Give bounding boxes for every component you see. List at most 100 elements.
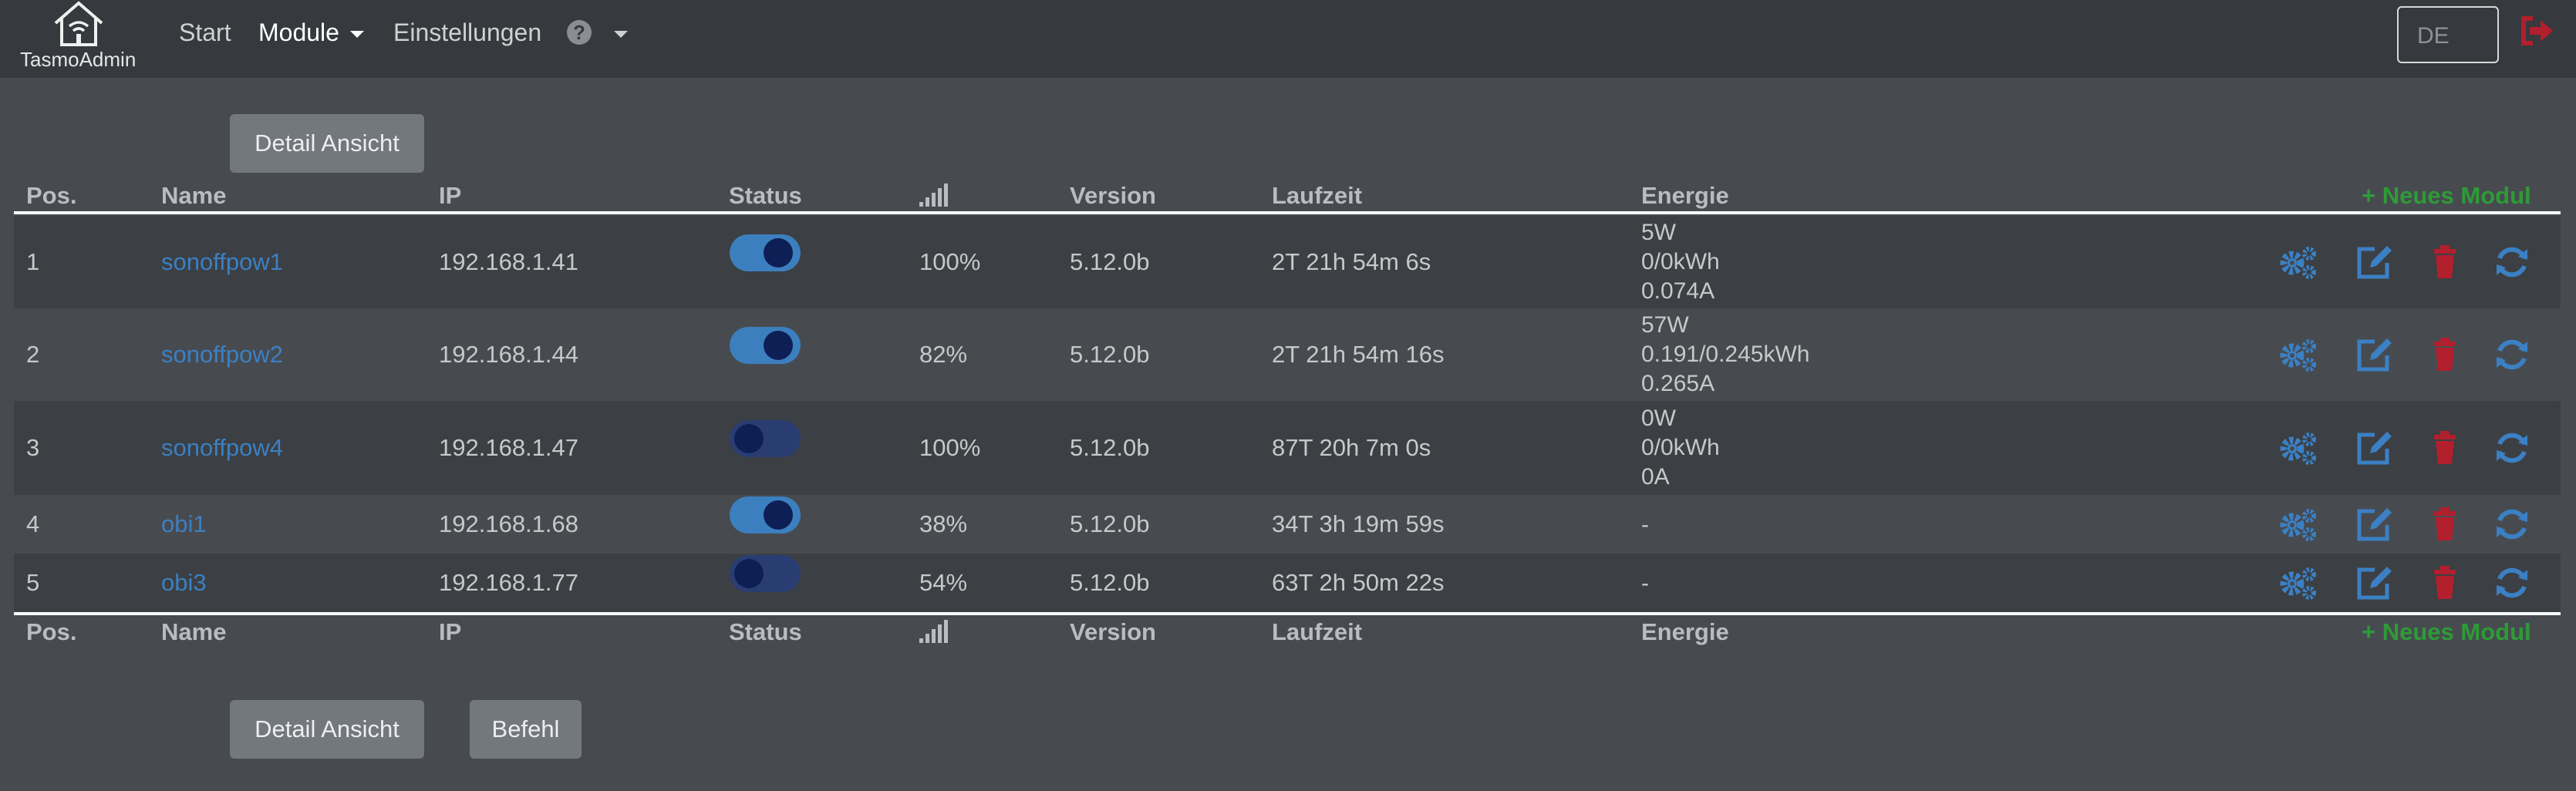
row-name-link[interactable]: sonoffpow1 [161, 248, 283, 276]
footer-ip[interactable]: IP [439, 618, 461, 646]
refresh-icon[interactable] [2490, 429, 2534, 467]
row-runtime: 2T 21h 54m 16s [1272, 341, 1445, 368]
table-row: 3 sonoffpow4 192.168.1.47 100% 5.12.0b 87T 20… [14, 401, 2561, 495]
row-pos: 5 [26, 569, 40, 596]
energy-line: 0.265A [1641, 371, 1715, 396]
footer-version[interactable]: Version [1070, 618, 1156, 646]
status-toggle[interactable] [730, 496, 801, 534]
sign-out-icon[interactable] [2520, 15, 2554, 46]
trash-icon[interactable] [2423, 429, 2466, 467]
row-signal: 54% [919, 569, 968, 596]
header-status[interactable]: Status [729, 182, 802, 210]
trash-icon[interactable] [2423, 505, 2466, 544]
refresh-icon[interactable] [2490, 564, 2534, 602]
table-row: 4 obi1 192.168.1.68 38% 5.12.0b 34T 3h 19m 59… [14, 495, 2561, 554]
row-signal: 100% [919, 248, 981, 275]
status-toggle[interactable] [730, 234, 801, 271]
row-runtime: 63T 2h 50m 22s [1272, 569, 1445, 596]
table-divider-top [14, 211, 2561, 214]
energy-line: 0/0kWh [1641, 435, 1720, 460]
footer-runtime[interactable]: Laufzeit [1272, 618, 1362, 646]
cogs-icon[interactable] [2277, 505, 2320, 544]
row-runtime: 34T 3h 19m 59s [1272, 510, 1445, 537]
status-toggle[interactable] [730, 555, 801, 592]
row-version: 5.12.0b [1070, 510, 1150, 537]
detail-view-button-top[interactable]: Detail Ansicht [230, 114, 424, 173]
signal-bars-icon [919, 620, 948, 643]
energy-line: 0W [1641, 406, 1676, 431]
header-ip[interactable]: IP [439, 182, 461, 210]
new-module-link-bottom[interactable]: + Neues Modul [2362, 618, 2531, 646]
row-runtime: 2T 21h 54m 6s [1272, 248, 1431, 275]
cogs-icon[interactable] [2277, 429, 2320, 467]
footer-pos[interactable]: Pos. [26, 618, 76, 646]
row-name-link[interactable]: obi3 [161, 569, 207, 597]
row-name-link[interactable]: sonoffpow4 [161, 434, 283, 462]
nav-module-dropdown[interactable]: Module [258, 19, 364, 47]
row-ip: 192.168.1.68 [439, 510, 579, 537]
refresh-icon[interactable] [2490, 335, 2534, 374]
energy-line: - [1641, 512, 1649, 537]
row-name-link[interactable]: obi1 [161, 510, 207, 538]
footer-energy[interactable]: Energie [1641, 618, 1729, 646]
toggle-knob [764, 238, 793, 268]
row-energy: 0W 0/0kWh 0A [1641, 404, 1720, 492]
signal-bars-icon [919, 183, 948, 207]
row-ip: 192.168.1.47 [439, 434, 579, 461]
edit-icon[interactable] [2353, 429, 2396, 467]
row-signal: 100% [919, 434, 981, 461]
cogs-icon[interactable] [2277, 243, 2320, 281]
table-divider-bottom [14, 612, 2561, 615]
edit-icon[interactable] [2353, 505, 2396, 544]
toggle-knob [764, 500, 793, 530]
edit-icon[interactable] [2353, 564, 2396, 602]
row-pos: 2 [26, 341, 40, 368]
refresh-icon[interactable] [2490, 505, 2534, 544]
row-version: 5.12.0b [1070, 341, 1150, 368]
row-version: 5.12.0b [1070, 248, 1150, 275]
nav-settings[interactable]: Einstellungen [393, 19, 541, 47]
command-button[interactable]: Befehl [470, 700, 582, 759]
nav-start[interactable]: Start [179, 19, 231, 47]
row-version: 5.12.0b [1070, 434, 1150, 461]
row-name-link[interactable]: sonoffpow2 [161, 341, 283, 369]
language-select[interactable]: DE [2397, 6, 2499, 63]
navbar: TasmoAdmin Start Module Einstellungen ? … [0, 0, 2576, 78]
detail-view-button-bottom[interactable]: Detail Ansicht [230, 700, 424, 759]
header-name[interactable]: Name [161, 182, 226, 210]
energy-line: 5W [1641, 220, 1676, 245]
chevron-down-icon[interactable] [614, 31, 628, 38]
refresh-icon[interactable] [2490, 243, 2534, 281]
status-toggle[interactable] [730, 327, 801, 364]
row-signal: 82% [919, 341, 968, 368]
brand[interactable]: TasmoAdmin [14, 0, 145, 74]
footer-status[interactable]: Status [729, 618, 802, 646]
new-module-link-top[interactable]: + Neues Modul [2362, 182, 2531, 210]
question-circle-icon[interactable]: ? [567, 20, 592, 45]
edit-icon[interactable] [2353, 335, 2396, 374]
header-runtime[interactable]: Laufzeit [1272, 182, 1362, 210]
status-toggle[interactable] [730, 420, 801, 457]
cogs-icon[interactable] [2277, 564, 2320, 602]
row-version: 5.12.0b [1070, 569, 1150, 596]
trash-icon[interactable] [2423, 335, 2466, 374]
table-row: 2 sonoffpow2 192.168.1.44 82% 5.12.0b 2T 21h … [14, 308, 2561, 401]
row-ip: 192.168.1.44 [439, 341, 579, 368]
trash-icon[interactable] [2423, 564, 2466, 602]
row-pos: 4 [26, 510, 40, 537]
brand-label: TasmoAdmin [20, 48, 137, 71]
row-ip: 192.168.1.77 [439, 569, 579, 596]
energy-line: - [1641, 571, 1649, 596]
header-version[interactable]: Version [1070, 182, 1156, 210]
row-signal: 38% [919, 510, 968, 537]
edit-icon[interactable] [2353, 243, 2396, 281]
nav-module-label: Module [258, 19, 339, 46]
footer-name[interactable]: Name [161, 618, 226, 646]
toggle-knob [734, 424, 764, 453]
header-pos[interactable]: Pos. [26, 182, 76, 210]
energy-line: 57W [1641, 312, 1689, 338]
row-runtime: 87T 20h 7m 0s [1272, 434, 1431, 461]
cogs-icon[interactable] [2277, 335, 2320, 374]
header-energy[interactable]: Energie [1641, 182, 1729, 210]
trash-icon[interactable] [2423, 243, 2466, 281]
